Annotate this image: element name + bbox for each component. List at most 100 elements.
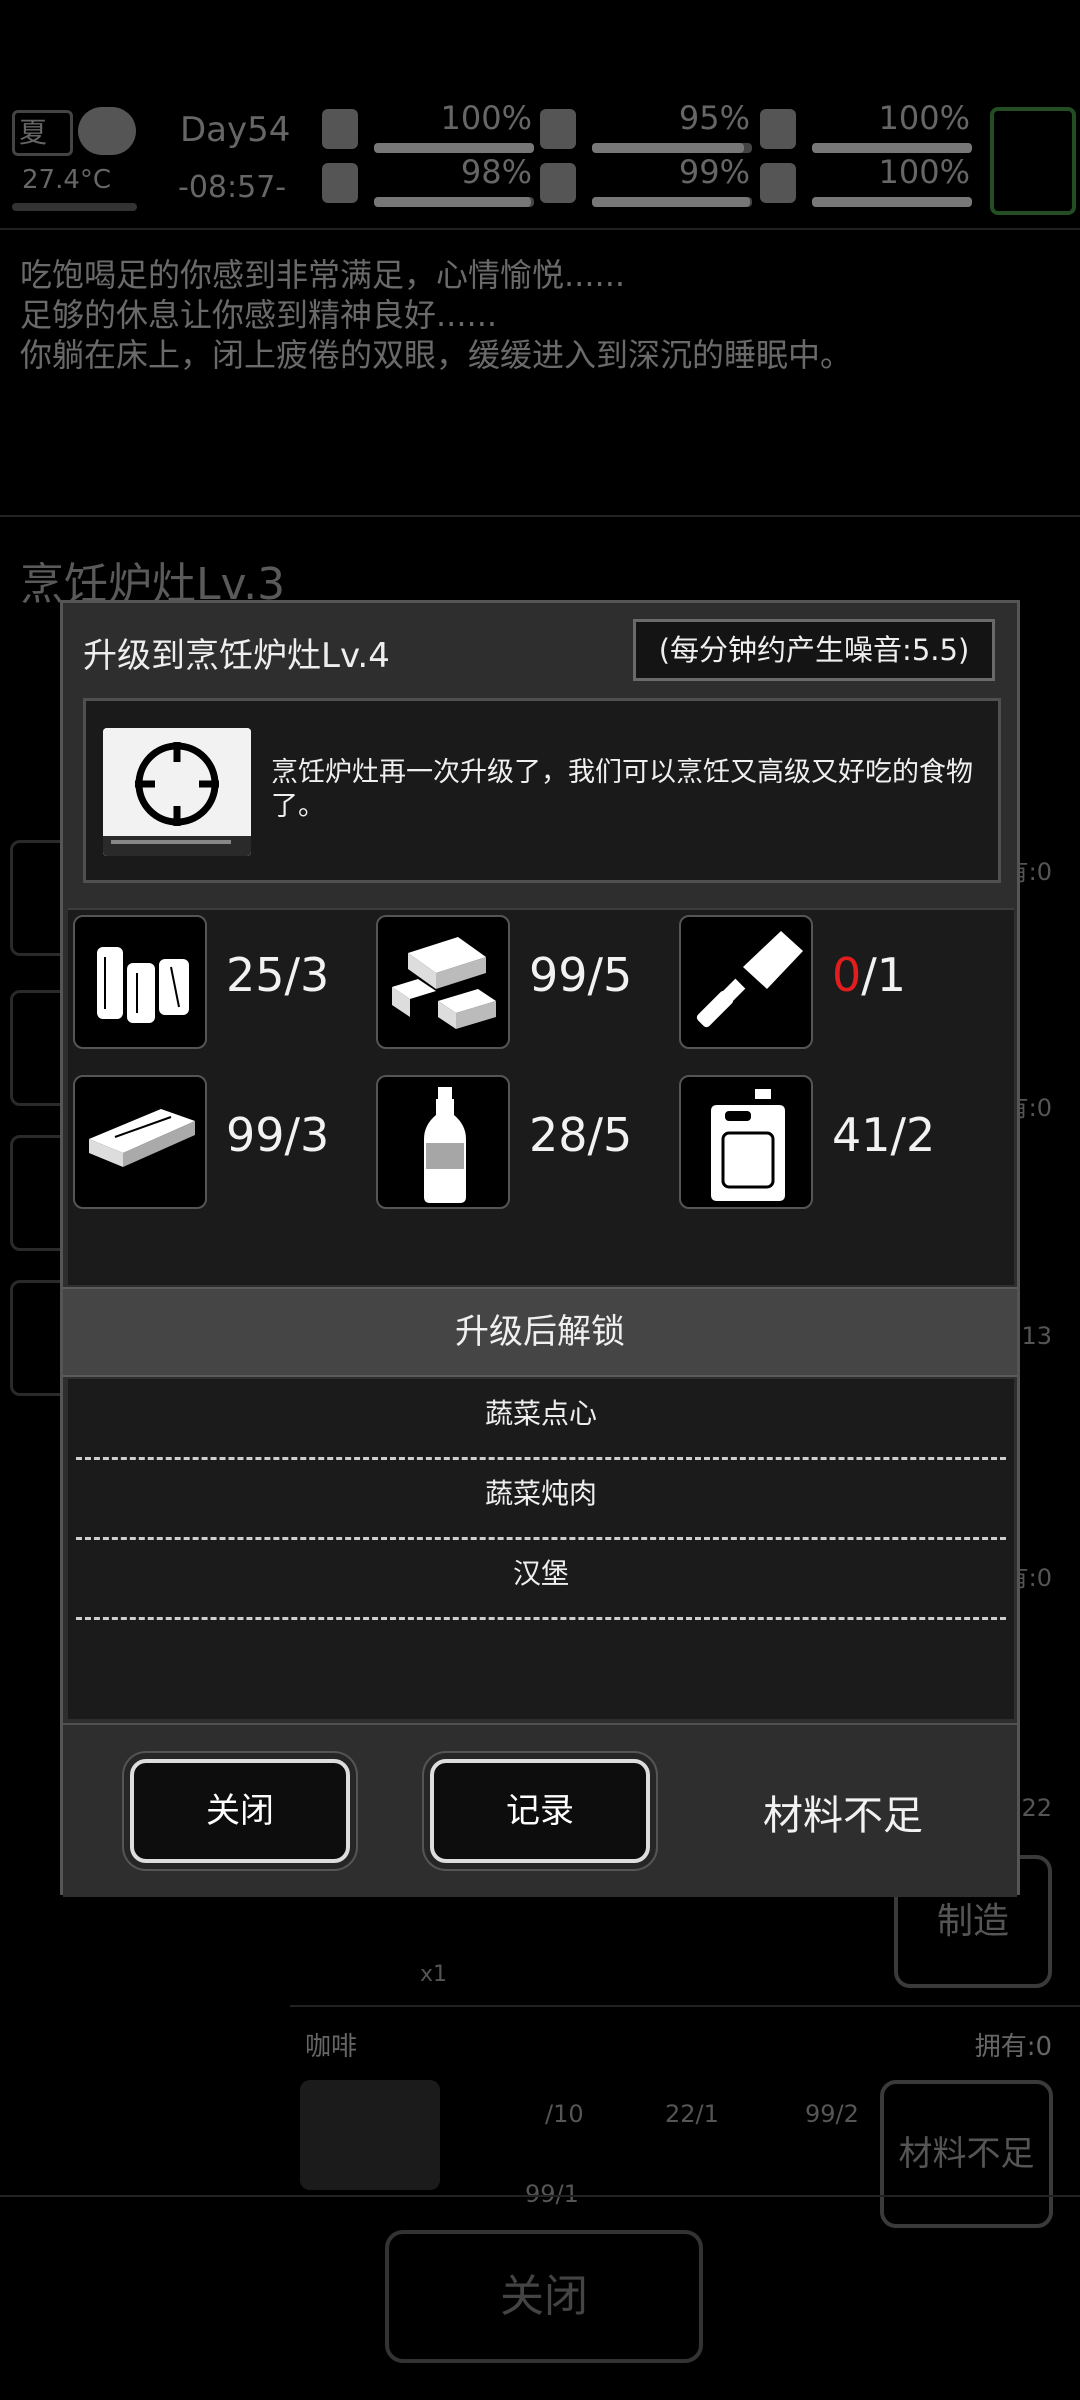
material-wood[interactable]: 25/3: [68, 910, 368, 1050]
metal-plate-icon: [73, 1075, 207, 1209]
material-cleaver[interactable]: 0/1: [674, 910, 974, 1050]
stat-value: 100%: [878, 99, 970, 137]
event-log: 吃饱喝足的你感到非常满足，心情愉悦...... 足够的休息让你感到精神良好...…: [20, 255, 852, 375]
boot-icon: [322, 163, 358, 203]
have-count: 41: [832, 1108, 891, 1162]
have-count: 28: [529, 1108, 588, 1162]
upgrade-dialog: 升级到烹饪炉灶Lv.4 (每分钟约产生噪音:5.5) 烹饪炉灶再一次升级了，我们…: [60, 600, 1020, 1897]
have-count: 99: [529, 948, 588, 1002]
divider: [0, 228, 1080, 230]
material-count: 25/3: [226, 948, 329, 1002]
medkit-icon: [322, 109, 358, 149]
need-count: /1: [861, 948, 907, 1002]
water-drop-icon: [540, 163, 576, 203]
temperature-label: 27.4°C: [22, 165, 112, 195]
stat-hunger: 95%: [540, 99, 752, 155]
log-line: 足够的休息让你感到精神良好......: [20, 296, 498, 334]
requirement: 99/2: [805, 2100, 859, 2128]
material-count: 99/5: [529, 948, 632, 1002]
stat-mood: 100%: [760, 153, 972, 209]
stat-bar: [374, 143, 534, 153]
stat-bar-fill: [592, 143, 744, 153]
wood-logs-icon: [73, 915, 207, 1049]
insufficient-materials-label: 材料不足: [763, 1793, 923, 1839]
bladder-icon: [760, 109, 796, 149]
requirement: /10: [545, 2100, 584, 2128]
stat-bar-fill: [374, 143, 534, 153]
material-count: 0/1: [832, 948, 906, 1002]
stat-value: 98%: [460, 153, 532, 191]
materials-panel: 25/3 99/5 0/1 99/3 28/5 41/2: [68, 908, 1014, 1285]
divider: [0, 2195, 1080, 2197]
dialog-title: 升级到烹饪炉灶Lv.4: [83, 636, 390, 676]
insufficient-button[interactable]: 材料不足: [880, 2080, 1053, 2228]
dialog-footer: 关闭 记录 材料不足: [63, 1723, 1017, 1897]
unlock-item: 蔬菜炖肉: [76, 1459, 1006, 1540]
noise-badge: (每分钟约产生噪音:5.5): [633, 619, 995, 681]
day-label: Day54: [180, 110, 291, 150]
map-button[interactable]: [990, 107, 1076, 215]
cloud-icon: [78, 107, 136, 155]
material-count: 41/2: [832, 1108, 935, 1162]
have-count: 0: [832, 948, 862, 1002]
material-bottle[interactable]: 28/5: [371, 1070, 671, 1210]
material-count: 99/3: [226, 1108, 329, 1162]
requirement: 99/1: [525, 2180, 579, 2208]
divider: [0, 515, 1080, 517]
unlock-item: 蔬菜点心: [76, 1379, 1006, 1460]
stat-bar-fill: [812, 143, 972, 153]
stat-bar-fill: [374, 197, 531, 207]
divider: [290, 2005, 1080, 2007]
need-count: /2: [890, 1108, 936, 1162]
log-line: 吃饱喝足的你感到非常满足，心情愉悦......: [20, 256, 626, 294]
stat-bladder: 100%: [760, 99, 972, 155]
stat-bar: [812, 197, 972, 207]
stat-bar: [374, 197, 534, 207]
jerrycan-icon: [679, 1075, 813, 1209]
bottle-icon: [376, 1075, 510, 1209]
stat-value: 95%: [678, 99, 750, 137]
need-count: /5: [587, 948, 633, 1002]
stat-bar: [812, 143, 972, 153]
description-box: 烹饪炉灶再一次升级了，我们可以烹饪又高级又好吃的食物了。: [83, 698, 1001, 883]
owned-count: 22: [1021, 1794, 1052, 1822]
time-label: -08:57-: [178, 170, 287, 205]
cleaver-icon: [679, 915, 813, 1049]
stat-health: 100%: [322, 99, 534, 155]
upgrade-description: 烹饪炉灶再一次升级了，我们可以烹饪又高级又好吃的食物了。: [271, 757, 973, 822]
stat-stamina: 98%: [322, 153, 534, 209]
have-count: 99: [226, 1108, 285, 1162]
stat-bar: [592, 197, 752, 207]
stat-value: 99%: [678, 153, 750, 191]
heart-icon: [760, 163, 796, 203]
stat-bar: [592, 143, 752, 153]
stack-count: x1: [420, 1962, 448, 1987]
temperature-bar: [12, 203, 137, 211]
owned-count: 拥有:0: [974, 2032, 1052, 2062]
recipe-name: 咖啡: [305, 2032, 358, 2062]
log-line: 你躺在床上，闭上疲倦的双眼，缓缓进入到深沉的睡眠中。: [20, 336, 853, 374]
season-label: 夏: [12, 110, 73, 156]
material-jerrycan[interactable]: 41/2: [674, 1070, 974, 1210]
planks-icon: [376, 915, 510, 1049]
unlock-list: 蔬菜点心 蔬菜炖肉 汉堡: [68, 1379, 1014, 1719]
close-button[interactable]: 关闭: [130, 1759, 350, 1863]
stat-thirst: 99%: [540, 153, 752, 209]
material-metal-plate[interactable]: 99/3: [68, 1070, 368, 1210]
unlock-header: 升级后解锁: [63, 1287, 1017, 1377]
stomach-icon: [540, 109, 576, 149]
stat-bar-fill: [812, 197, 972, 207]
need-count: /3: [284, 948, 330, 1002]
material-planks[interactable]: 99/5: [371, 910, 671, 1050]
need-count: /3: [284, 1108, 330, 1162]
owned-count: 13: [1021, 1322, 1052, 1350]
stat-bar-fill: [592, 197, 751, 207]
have-count: 25: [226, 948, 285, 1002]
stove-burner-icon: [103, 728, 251, 856]
stat-value: 100%: [878, 153, 970, 191]
status-hud: 夏 27.4°C Day54 -08:57- 100% 95% 100% 98%: [0, 95, 1080, 220]
bottom-close-button[interactable]: 关闭: [385, 2230, 703, 2363]
need-count: /5: [587, 1108, 633, 1162]
material-count: 28/5: [529, 1108, 632, 1162]
record-button[interactable]: 记录: [430, 1759, 650, 1863]
